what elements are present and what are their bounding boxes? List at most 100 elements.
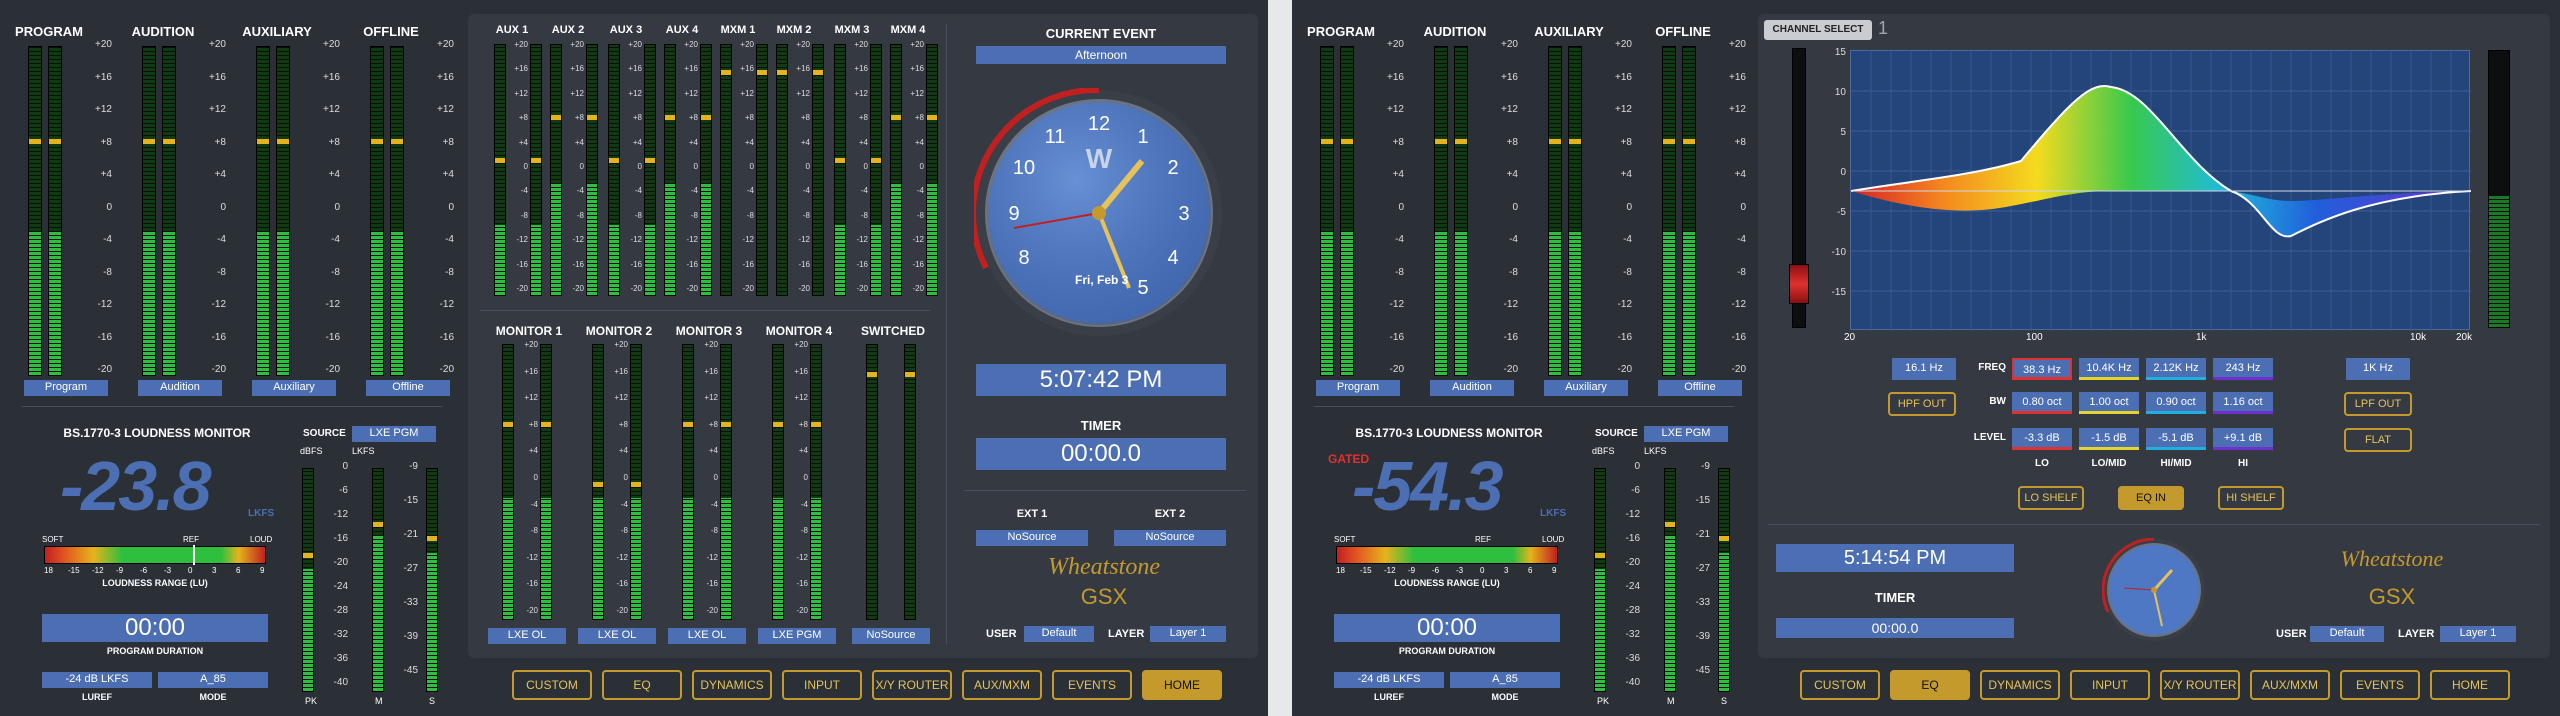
layer-select[interactable]: Layer 1 (2440, 626, 2516, 642)
aux-tick: 0 (919, 162, 924, 171)
monitor-tick: +4 (528, 446, 538, 456)
meter-source-3[interactable]: Offline (366, 380, 450, 396)
range-ticks: 18 -15 -12 -9 -6 -3 0 3 6 9 (44, 566, 266, 576)
monitor-label-0: MONITOR 1 (495, 324, 563, 338)
monitor-tick: -8 (800, 526, 808, 536)
aux-tick: -16 (572, 259, 584, 269)
nav-events[interactable]: EVENTS (2340, 670, 2420, 700)
band-freq-3[interactable]: 243 Hz (2213, 358, 2273, 380)
meter-source-2[interactable]: Auxiliary (1544, 380, 1628, 396)
peak-hold (541, 421, 551, 427)
lpf-out-button[interactable]: LPF OUT (2344, 392, 2412, 416)
meter-source-0[interactable]: Program (24, 380, 108, 396)
aux-tick: +4 (518, 137, 528, 147)
hpf-out-button[interactable]: HPF OUT (1888, 392, 1956, 416)
meter-fill (835, 225, 845, 295)
eq-fader-handle[interactable] (1789, 264, 1809, 304)
mode-select[interactable]: A_85 (1450, 672, 1560, 688)
band-bw-2[interactable]: 0.90 oct (2146, 392, 2206, 414)
current-event-label: CURRENT EVENT (1045, 26, 1157, 41)
meter-source-2[interactable]: Auxiliary (252, 380, 336, 396)
meter-source-1[interactable]: Audition (138, 380, 222, 396)
source-select[interactable]: LXE PGM (352, 426, 436, 442)
aux-meter-l-2 (608, 44, 620, 296)
peak-hold (49, 138, 61, 144)
layer-select[interactable]: Layer 1 (1150, 626, 1226, 642)
scale-tick: 0 (334, 201, 340, 213)
band-freq-2[interactable]: 2.12K Hz (2146, 358, 2206, 380)
nav-events[interactable]: EVENTS (1052, 670, 1132, 700)
band-freq-0[interactable]: 38.3 Hz (2012, 358, 2072, 380)
lo-shelf-button[interactable]: LO SHELF (2018, 486, 2084, 510)
band-freq-1[interactable]: 10.4K Hz (2079, 358, 2139, 380)
nav-eq[interactable]: EQ (1890, 670, 1970, 700)
meter-fill (871, 225, 881, 295)
monitor-source-3[interactable]: LXE PGM (758, 628, 836, 644)
m-meter (1664, 468, 1676, 692)
eq-graph[interactable] (1850, 50, 2472, 331)
flat-button[interactable]: FLAT (2344, 428, 2412, 452)
timer-value[interactable]: 00:00.0 (976, 438, 1226, 470)
gsx-logo: GSX (2368, 584, 2416, 609)
peak-hold (1719, 535, 1729, 541)
meter-fill (593, 498, 603, 619)
monitor-source-4[interactable]: NoSource (852, 628, 930, 644)
aux-meter-l-5 (776, 44, 788, 296)
lpf-freq[interactable]: 1K Hz (2346, 358, 2410, 380)
user-select[interactable]: Default (2310, 626, 2384, 642)
band-bw-3[interactable]: 1.16 oct (2213, 392, 2273, 414)
meter-source-3[interactable]: Offline (1658, 380, 1742, 396)
source-select[interactable]: LXE PGM (1644, 426, 1728, 442)
peak-hold (531, 157, 541, 163)
channel-select-button[interactable]: CHANNEL SELECT (1764, 20, 1872, 40)
meter-source-1[interactable]: Audition (1430, 380, 1514, 396)
scale-tick: +16 (437, 71, 454, 83)
nav-x-y-router[interactable]: X/Y ROUTER (872, 670, 952, 700)
user-select[interactable]: Default (1024, 626, 1094, 642)
nav-home[interactable]: HOME (2430, 670, 2510, 700)
nav-x-y-router[interactable]: X/Y ROUTER (2160, 670, 2240, 700)
scale-tick: -16 (1389, 331, 1404, 343)
nav-home[interactable]: HOME (1142, 670, 1222, 700)
range-tick: -15 (68, 566, 80, 575)
aux-scale-6: +20 +16 +12 +8 +4 0 -4 -8 -12 -16 -20 (846, 40, 868, 300)
nav-custom[interactable]: CUSTOM (512, 670, 592, 700)
nav-aux-mxm[interactable]: AUX/MXM (2250, 670, 2330, 700)
nav-input[interactable]: INPUT (782, 670, 862, 700)
meter-source-0[interactable]: Program (1316, 380, 1400, 396)
hi-shelf-button[interactable]: HI SHELF (2218, 486, 2284, 510)
band-bw-1[interactable]: 1.00 oct (2079, 392, 2139, 414)
nav-aux-mxm[interactable]: AUX/MXM (962, 670, 1042, 700)
ext2-select[interactable]: NoSource (1114, 530, 1226, 546)
hpf-freq[interactable]: 16.1 Hz (1892, 358, 1956, 380)
scale-tick: +8 (328, 136, 340, 148)
monitor-tick: -20 (796, 606, 808, 615)
luref-select[interactable]: -24 dB LKFS (42, 672, 152, 688)
band-level-3[interactable]: +9.1 dB (2213, 428, 2273, 450)
nav-eq[interactable]: EQ (602, 670, 682, 700)
luref-select[interactable]: -24 dB LKFS (1334, 672, 1444, 688)
monitor-source-1[interactable]: LXE OL (578, 628, 656, 644)
mode-select[interactable]: A_85 (158, 672, 268, 688)
loudness-value: -23.8 (60, 447, 212, 525)
ext1-select[interactable]: NoSource (976, 530, 1088, 546)
monitor-source-0[interactable]: LXE OL (488, 628, 566, 644)
eq-y-tick: -5 (1837, 207, 1846, 218)
nav-custom[interactable]: CUSTOM (1800, 670, 1880, 700)
monitor-source-2[interactable]: LXE OL (668, 628, 746, 644)
band-level-2[interactable]: -5.1 dB (2146, 428, 2206, 450)
nav-input[interactable]: INPUT (2070, 670, 2150, 700)
monitor-scale-1: +20 +16 +12 +8 +4 0 -4 -8 -12 -16 -20 (604, 340, 628, 620)
band-bw-0[interactable]: 0.80 oct (2012, 392, 2072, 414)
svg-text:4: 4 (1167, 247, 1178, 269)
scale-tick: -20 (325, 364, 340, 375)
meter-scale-1: +20 +16 +12 +8 +4 0 -4 -8 -12 -16 -20 (188, 40, 228, 380)
nav-dynamics[interactable]: DYNAMICS (692, 670, 772, 700)
band-level-0[interactable]: -3.3 dB (2012, 428, 2072, 450)
band-level-1[interactable]: -1.5 dB (2079, 428, 2139, 450)
nav-dynamics[interactable]: DYNAMICS (1980, 670, 2060, 700)
meter-label-0: PROGRAM (1307, 24, 1375, 39)
timer-value[interactable]: 00:00.0 (1776, 618, 2014, 638)
lkfs-tick: -39 (1695, 631, 1710, 642)
eq-in-button[interactable]: EQ IN (2118, 486, 2184, 510)
